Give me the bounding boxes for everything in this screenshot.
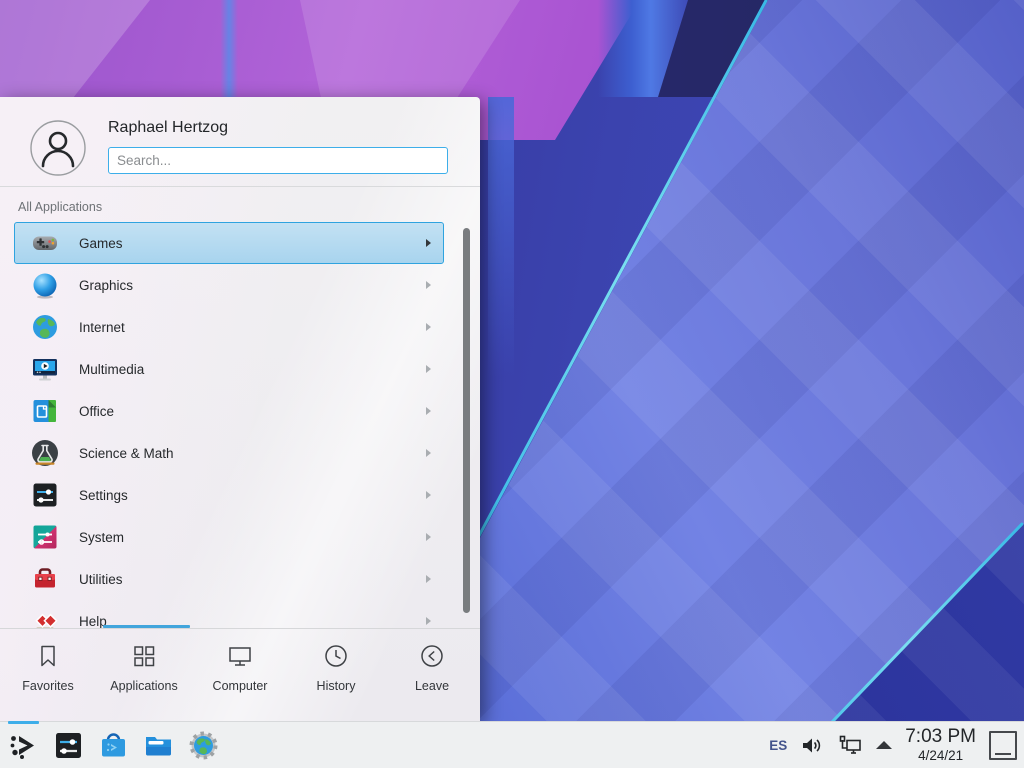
flask-icon bbox=[31, 439, 59, 467]
submenu-arrow-icon bbox=[426, 281, 431, 289]
file-manager-button[interactable] bbox=[143, 730, 174, 761]
submenu-arrow-icon bbox=[426, 407, 431, 415]
category-label: Internet bbox=[79, 320, 125, 335]
system-settings-button[interactable] bbox=[53, 730, 84, 761]
scrollbar[interactable] bbox=[463, 228, 470, 613]
category-label: System bbox=[79, 530, 124, 545]
tab-history[interactable]: History bbox=[288, 629, 384, 721]
category-science-math[interactable]: Science & Math bbox=[14, 432, 444, 474]
launcher-tabbar: Favorites Applications C bbox=[0, 629, 480, 721]
category-office[interactable]: Office bbox=[14, 390, 444, 432]
tab-computer[interactable]: Computer bbox=[192, 629, 288, 721]
leave-icon bbox=[418, 642, 446, 670]
volume-icon[interactable] bbox=[800, 733, 825, 758]
clock-time: 7:03 PM bbox=[905, 727, 976, 746]
lifebuoy-icon bbox=[31, 607, 59, 628]
monitor-play-icon bbox=[31, 355, 59, 383]
tab-label: Leave bbox=[415, 679, 449, 693]
gamepad-icon bbox=[31, 229, 59, 257]
wallpaper-streak bbox=[488, 97, 514, 377]
category-list: Games Graphics bbox=[0, 216, 480, 628]
settings-sliders-icon bbox=[53, 730, 84, 761]
section-label: All Applications bbox=[18, 200, 102, 214]
category-multimedia[interactable]: Multimedia bbox=[14, 348, 444, 390]
globe-icon bbox=[31, 313, 59, 341]
tab-label: History bbox=[317, 679, 356, 693]
tab-label: Computer bbox=[213, 679, 268, 693]
bookmark-icon bbox=[34, 642, 62, 670]
category-internet[interactable]: Internet bbox=[14, 306, 444, 348]
system-sliders-icon bbox=[31, 523, 59, 551]
category-system[interactable]: System bbox=[14, 516, 444, 558]
sphere-icon bbox=[31, 271, 59, 299]
tray-expander-icon[interactable] bbox=[876, 741, 892, 749]
category-utilities[interactable]: Utilities bbox=[14, 558, 444, 600]
category-label: Games bbox=[79, 236, 123, 251]
search-input[interactable] bbox=[108, 147, 448, 174]
system-tray: ES 7:03 PM 4/24/21 bbox=[769, 727, 1024, 763]
tab-applications[interactable]: Applications bbox=[96, 629, 192, 721]
show-desktop-button[interactable] bbox=[989, 731, 1017, 760]
submenu-arrow-icon bbox=[426, 575, 431, 583]
wallpaper-streak bbox=[220, 0, 238, 97]
category-settings[interactable]: Settings bbox=[14, 474, 444, 516]
documents-icon bbox=[31, 397, 59, 425]
grid-icon bbox=[130, 642, 158, 670]
submenu-arrow-icon bbox=[426, 617, 431, 625]
clock-date: 4/24/21 bbox=[918, 749, 963, 763]
user-avatar-icon bbox=[30, 120, 86, 176]
submenu-arrow-icon bbox=[426, 323, 431, 331]
app-launcher-button[interactable] bbox=[8, 730, 39, 761]
desktop: Raphael Hertzog All Applications bbox=[0, 0, 1024, 768]
computer-icon bbox=[226, 642, 254, 670]
category-label: Office bbox=[79, 404, 114, 419]
web-browser-button[interactable] bbox=[188, 730, 219, 761]
taskbar: ES 7:03 PM 4/24/21 bbox=[0, 721, 1024, 768]
network-icon[interactable] bbox=[838, 733, 863, 758]
folder-icon bbox=[143, 730, 174, 761]
tab-leave[interactable]: Leave bbox=[384, 629, 480, 721]
submenu-arrow-icon bbox=[426, 449, 431, 457]
category-label: Science & Math bbox=[79, 446, 174, 461]
clock-icon bbox=[322, 642, 350, 670]
taskbar-launchers bbox=[0, 730, 219, 761]
category-help[interactable]: Help bbox=[14, 600, 444, 628]
tab-favorites[interactable]: Favorites bbox=[0, 629, 96, 721]
category-label: Multimedia bbox=[79, 362, 144, 377]
discover-button[interactable] bbox=[98, 730, 129, 761]
submenu-arrow-icon bbox=[426, 239, 431, 247]
category-games[interactable]: Games bbox=[14, 222, 444, 264]
user-name: Raphael Hertzog bbox=[108, 119, 228, 137]
submenu-arrow-icon bbox=[426, 533, 431, 541]
sliders-icon bbox=[31, 481, 59, 509]
toolbox-icon bbox=[31, 565, 59, 593]
launcher-header: Raphael Hertzog bbox=[0, 97, 480, 187]
software-store-bag-icon bbox=[98, 730, 129, 761]
category-label: Graphics bbox=[79, 278, 133, 293]
category-label: Settings bbox=[79, 488, 128, 503]
keyboard-layout-indicator[interactable]: ES bbox=[769, 738, 787, 753]
tab-label: Applications bbox=[110, 679, 177, 693]
globe-gear-icon bbox=[188, 730, 219, 761]
tab-label: Favorites bbox=[22, 679, 73, 693]
submenu-arrow-icon bbox=[426, 365, 431, 373]
digital-clock[interactable]: 7:03 PM 4/24/21 bbox=[905, 727, 976, 763]
kde-launcher-icon bbox=[8, 730, 39, 761]
submenu-arrow-icon bbox=[426, 491, 431, 499]
app-launcher-popup: Raphael Hertzog All Applications bbox=[0, 97, 480, 721]
category-graphics[interactable]: Graphics bbox=[14, 264, 444, 306]
category-label: Utilities bbox=[79, 572, 123, 587]
